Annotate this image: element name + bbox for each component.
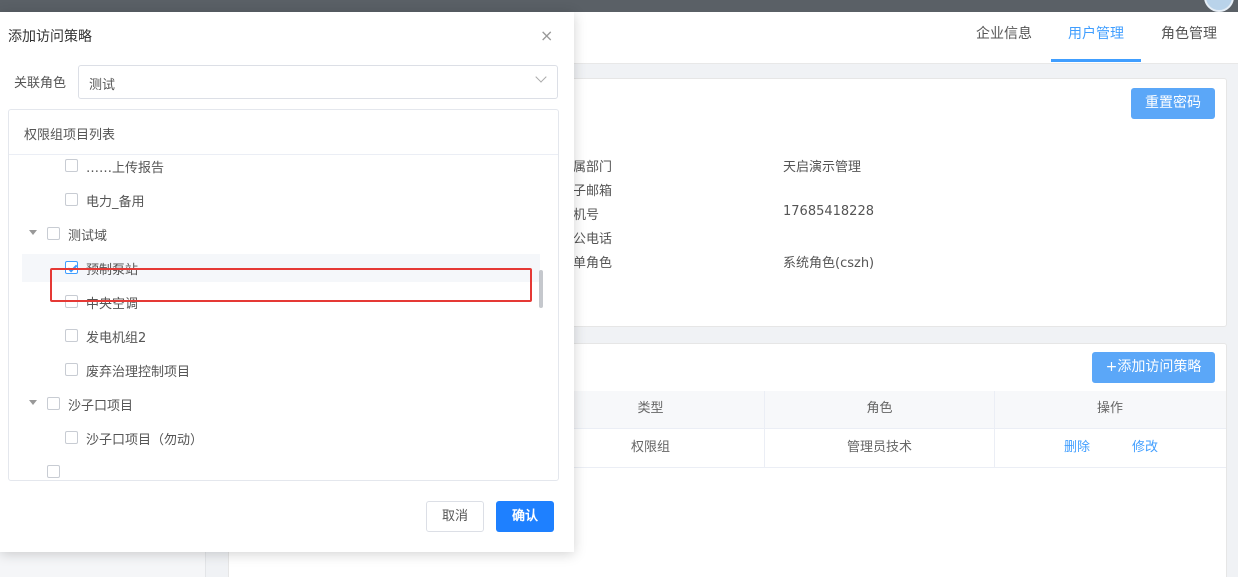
checkbox[interactable] (65, 431, 78, 444)
info-value-role: 系统角色(cszh) (783, 256, 875, 271)
tree-node[interactable]: 废弃治理控制项目 (9, 356, 558, 384)
tree-node-label: 发电机组2 (86, 331, 147, 346)
checkbox[interactable] (65, 193, 78, 206)
tree-node-label: 电力_备用 (86, 195, 145, 210)
role-select[interactable]: 测试 (78, 65, 558, 99)
caret-down-icon[interactable] (29, 400, 37, 405)
tree-node[interactable]: 发电机组2 (9, 322, 558, 350)
column-header-actions: 操作 (1096, 401, 1123, 416)
tree-node-label: ……上传报告 (86, 161, 165, 176)
role-select-value: 测试 (89, 78, 116, 93)
scrollbar-thumb[interactable] (539, 270, 543, 308)
checkbox[interactable] (65, 329, 78, 342)
info-label-email: 子邮箱 (573, 184, 613, 199)
tree-node-label: 沙子口项目 (68, 399, 134, 414)
chevron-down-icon (535, 71, 547, 83)
tree-node-label: 测试域 (68, 229, 108, 244)
add-policy-dialog: 添加访问策略 × 关联角色 测试 权限组项目列表 ……上传报告 电力_备用 测试… (0, 12, 574, 552)
highlight-box (50, 268, 532, 302)
add-policy-button[interactable]: +添加访问策略 (1092, 352, 1215, 383)
top-bar (0, 0, 1238, 12)
cell-role: 管理员技术 (765, 429, 995, 467)
tree-node-label: 废弃治理控制项目 (86, 365, 191, 380)
avatar[interactable] (1204, 0, 1234, 12)
close-icon[interactable]: × (540, 26, 553, 45)
cancel-button[interactable]: 取消 (426, 501, 484, 532)
tree-node[interactable]: 电力_备用 (9, 186, 558, 214)
caret-down-icon[interactable] (29, 230, 37, 235)
edit-link[interactable]: 修改 (1117, 429, 1173, 467)
reset-password-button[interactable]: 重置密码 (1131, 88, 1215, 119)
dialog-title: 添加访问策略 (8, 29, 92, 45)
info-label-role: 单角色 (573, 256, 613, 271)
info-value-department: 天启演示管理 (783, 160, 862, 175)
info-label-mobile: 机号 (573, 208, 600, 223)
tree-title: 权限组项目列表 (24, 128, 116, 143)
tree-node[interactable] (9, 458, 558, 480)
tree-node-group[interactable]: 沙子口项目 (9, 390, 558, 418)
info-label-department: 属部门 (573, 160, 613, 175)
role-field-label: 关联角色 (14, 76, 67, 91)
tree-node[interactable]: ……上传报告 (9, 152, 558, 180)
info-value-mobile: 17685418228 (783, 204, 874, 219)
delete-link[interactable]: 删除 (1049, 429, 1105, 467)
tab-company-info[interactable]: 企业信息 (963, 12, 1045, 62)
checkbox[interactable] (65, 159, 78, 172)
info-label-office-phone: 公电话 (573, 232, 613, 247)
checkbox[interactable] (47, 227, 60, 240)
confirm-button[interactable]: 确认 (496, 501, 554, 532)
tree-node[interactable]: 沙子口项目（勿动） (9, 424, 558, 452)
tab-role-management[interactable]: 角色管理 (1148, 12, 1230, 62)
checkbox[interactable] (47, 397, 60, 410)
tab-user-management[interactable]: 用户管理 (1051, 12, 1141, 62)
tree-node-group[interactable]: 测试域 (9, 220, 558, 248)
checkbox[interactable] (65, 363, 78, 376)
checkbox[interactable] (47, 465, 60, 478)
column-header-role: 角色 (765, 391, 995, 429)
tree-node-label: 沙子口项目（勿动） (86, 433, 204, 448)
